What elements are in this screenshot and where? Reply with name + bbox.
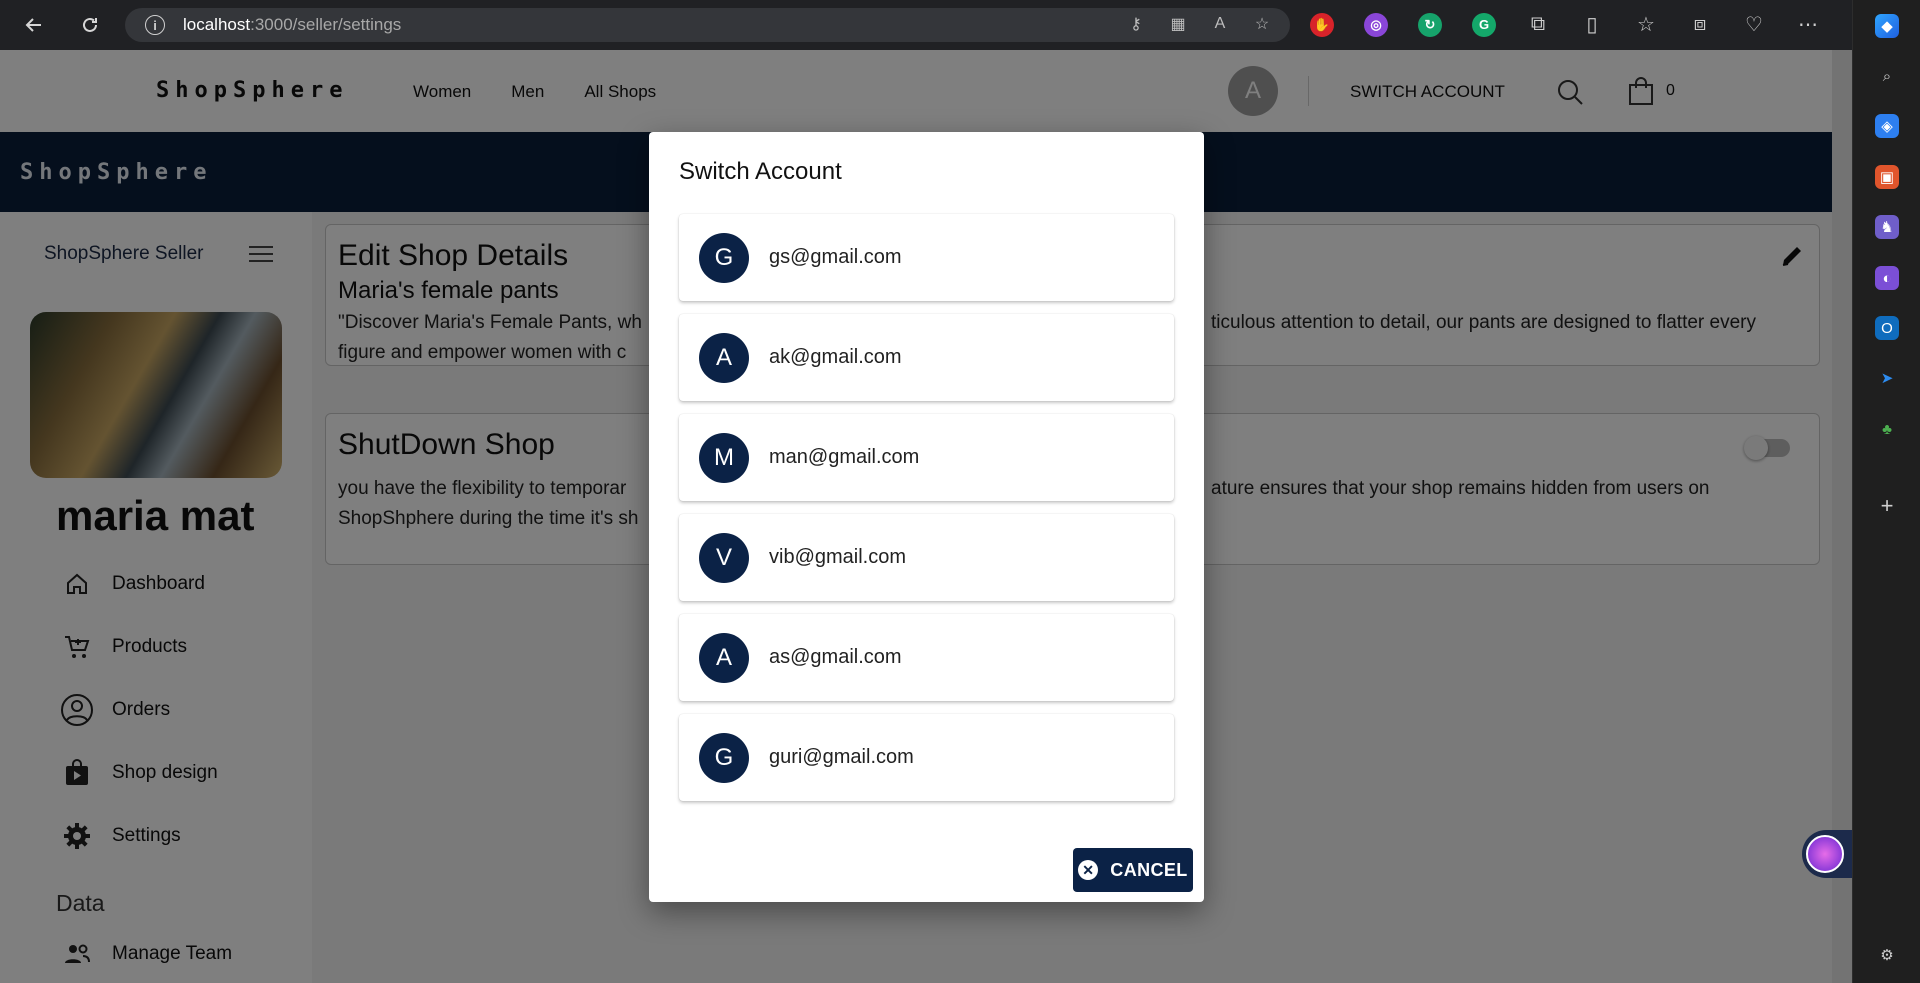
dialog-title: Switch Account — [679, 158, 842, 185]
url-host: localhost — [183, 15, 251, 34]
refresh-icon[interactable] — [72, 7, 108, 43]
account-email: man@gmail.com — [769, 446, 920, 468]
copilot-icon[interactable]: ◆ — [1875, 14, 1899, 38]
grammarly-icon[interactable]: G — [1472, 12, 1496, 37]
edge-sidebar: ◆ ⌕ ◈ ▣ ♞ ◐ O ➤ ♣ + ⚙ — [1852, 0, 1920, 983]
account-email: guri@gmail.com — [769, 746, 914, 768]
account-email: as@gmail.com — [769, 646, 902, 668]
tree-icon[interactable]: ♣ — [1875, 417, 1899, 441]
account-item[interactable]: V vib@gmail.com — [679, 514, 1174, 601]
avatar: M — [699, 432, 749, 483]
avatar: G — [699, 732, 749, 783]
avatar: A — [699, 632, 749, 683]
games-icon[interactable]: ♞ — [1875, 215, 1899, 239]
account-item[interactable]: G gs@gmail.com — [679, 214, 1174, 301]
read-aloud-icon[interactable]: A — [1210, 14, 1230, 34]
collections-icon[interactable]: ⧈ — [1688, 13, 1712, 36]
url-text: localhost:3000/seller/settings — [183, 15, 401, 35]
adblock-extension-icon[interactable]: ✋ — [1310, 12, 1334, 37]
split-screen-icon[interactable]: ▯ — [1580, 12, 1604, 37]
address-bar[interactable]: i localhost:3000/seller/settings ⚷ ▦ A ☆ — [125, 8, 1290, 42]
account-list: G gs@gmail.com A ak@gmail.com M man@gmai… — [679, 214, 1174, 814]
settings-sidebar-icon[interactable]: ⚙ — [1875, 943, 1899, 967]
send-icon[interactable]: ➤ — [1875, 366, 1899, 390]
green-extension-icon[interactable]: ↻ — [1418, 12, 1442, 37]
account-item[interactable]: M man@gmail.com — [679, 414, 1174, 501]
avatar: A — [699, 332, 749, 383]
site-info-icon[interactable]: i — [145, 15, 165, 35]
account-item[interactable]: A ak@gmail.com — [679, 314, 1174, 401]
extensions-icon[interactable]: ⧉ — [1526, 13, 1550, 36]
assistant-icon — [1806, 835, 1844, 873]
tools-icon[interactable]: ▣ — [1875, 165, 1899, 189]
account-email: gs@gmail.com — [769, 246, 902, 268]
account-item[interactable]: G guri@gmail.com — [679, 714, 1174, 801]
back-icon[interactable] — [16, 7, 52, 43]
cancel-button[interactable]: ✕ CANCEL — [1073, 848, 1193, 892]
office-icon[interactable]: ◐ — [1875, 266, 1899, 290]
performance-icon[interactable]: ♡ — [1742, 12, 1766, 37]
shopping-tag-icon[interactable]: ◈ — [1875, 114, 1899, 138]
account-email: ak@gmail.com — [769, 346, 902, 368]
browser-toolbar: i localhost:3000/seller/settings ⚷ ▦ A ☆… — [0, 0, 1920, 50]
search-sidebar-icon[interactable]: ⌕ — [1875, 64, 1899, 88]
account-item[interactable]: A as@gmail.com — [679, 614, 1174, 701]
account-email: vib@gmail.com — [769, 546, 907, 568]
more-menu-icon[interactable]: ⋯ — [1796, 12, 1820, 37]
outlook-icon[interactable]: O — [1875, 316, 1899, 340]
avatar: V — [699, 532, 749, 583]
favorites-icon[interactable]: ☆ — [1634, 12, 1658, 37]
avatar: G — [699, 232, 749, 283]
add-icon[interactable]: + — [1875, 493, 1899, 518]
switch-account-dialog: Switch Account G gs@gmail.com A ak@gmail… — [649, 132, 1204, 902]
url-path: :3000/seller/settings — [250, 15, 402, 34]
cancel-label: CANCEL — [1110, 859, 1188, 880]
purple-extension-icon[interactable]: ◎ — [1364, 12, 1388, 37]
key-icon[interactable]: ⚷ — [1126, 14, 1146, 34]
assistant-floating-button[interactable] — [1802, 830, 1852, 878]
apps-icon[interactable]: ▦ — [1168, 14, 1188, 34]
favorite-star-icon[interactable]: ☆ — [1252, 14, 1272, 34]
close-icon: ✕ — [1078, 860, 1099, 880]
